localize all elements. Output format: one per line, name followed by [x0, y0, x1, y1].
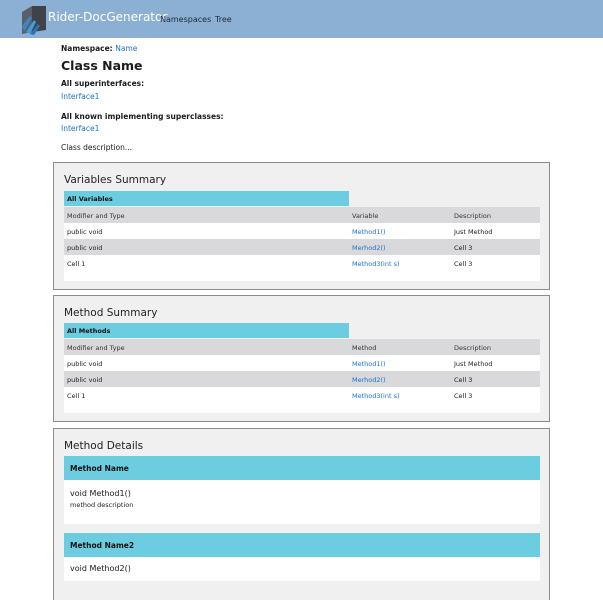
method-link[interactable]: Method3(int s)	[352, 392, 400, 400]
superclass-link[interactable]: Interface1	[61, 124, 99, 133]
top-navbar: Rider-DocGenerator Namespaces Tree	[0, 0, 603, 38]
tab-all-methods[interactable]: All Methods	[64, 323, 349, 338]
namespace-line: Namespace: Name	[61, 44, 137, 53]
description-cell: Cell 3	[454, 392, 473, 400]
method-detail-header: Method Name	[64, 456, 540, 480]
modifier-cell: public void	[67, 360, 103, 368]
rider-logo-icon[interactable]	[18, 4, 48, 35]
description-cell: Cell 3	[454, 260, 473, 268]
table-row: public void Method1() Just Method	[64, 223, 540, 239]
variables-summary-title: Variables Summary	[64, 174, 167, 186]
method-link[interactable]: Merhod2()	[352, 376, 386, 384]
method-summary-panel: Method Summary All Methods Modifier and …	[53, 295, 550, 422]
method-description: method description	[70, 501, 134, 509]
table-row: public void Merhod2() Cell 3	[64, 239, 540, 255]
method-link[interactable]: Method1()	[352, 360, 386, 368]
nav-link-namespaces[interactable]: Namespaces	[160, 15, 211, 24]
column-header: Variable	[352, 212, 379, 220]
table-row: public void Method1() Just Method	[64, 355, 540, 371]
variable-link[interactable]: Method1()	[352, 228, 386, 236]
modifier-cell: public void	[67, 376, 103, 384]
superinterface-link[interactable]: Interface1	[61, 92, 99, 101]
tab-all-variables[interactable]: All Variables	[64, 191, 349, 206]
class-name-title: Class Name	[61, 58, 143, 73]
description-cell: Cell 3	[454, 376, 473, 384]
modifier-cell: Cell 1	[67, 260, 86, 268]
description-cell: Cell 3	[454, 244, 473, 252]
variables-summary-panel: Variables Summary All Variables Modifier…	[53, 162, 550, 290]
table-row: Cell 1 Method3(int s) Cell 3	[64, 387, 540, 403]
nav-link-tree[interactable]: Tree	[215, 15, 232, 24]
table-footer-spacer	[64, 271, 540, 281]
modifier-cell: public void	[67, 228, 103, 236]
method-signature: void Method1()	[70, 489, 131, 498]
namespace-link[interactable]: Name	[115, 44, 137, 53]
description-cell: Just Method	[454, 360, 493, 368]
description-cell: Just Method	[454, 228, 493, 236]
column-header: Description	[454, 344, 492, 352]
modifier-cell: public void	[67, 244, 103, 252]
variable-link[interactable]: Method3(int s)	[352, 260, 400, 268]
table-footer-spacer	[64, 403, 540, 413]
namespace-label: Namespace:	[61, 44, 113, 53]
variable-link[interactable]: Merhod2()	[352, 244, 386, 252]
method-signature: void Method2()	[70, 564, 131, 573]
method-details-title: Method Details	[64, 440, 144, 452]
table-row: public void Merhod2() Cell 3	[64, 371, 540, 387]
column-header: Modifier and Type	[67, 344, 125, 352]
class-description: Class description...	[61, 143, 132, 152]
table-header-row: Modifier and Type Variable Description	[64, 207, 540, 223]
column-header: Description	[454, 212, 492, 220]
table-row: Cell 1 Method3(int s) Cell 3	[64, 255, 540, 271]
method-detail-body: void Method2()	[64, 557, 540, 581]
method-details-panel: Method Details Method Name void Method1(…	[53, 428, 550, 600]
column-header: Method	[352, 344, 377, 352]
brand-title[interactable]: Rider-DocGenerator	[48, 10, 167, 24]
superclasses-label: All known implementing superclasses:	[61, 112, 224, 121]
method-detail-body: void Method1() method description	[64, 480, 540, 524]
method-summary-title: Method Summary	[64, 307, 158, 319]
modifier-cell: Cell 1	[67, 392, 86, 400]
column-header: Modifier and Type	[67, 212, 125, 220]
table-header-row: Modifier and Type Method Description	[64, 339, 540, 355]
method-detail-header: Method Name2	[64, 533, 540, 557]
superinterfaces-label: All superinterfaces:	[61, 79, 145, 88]
